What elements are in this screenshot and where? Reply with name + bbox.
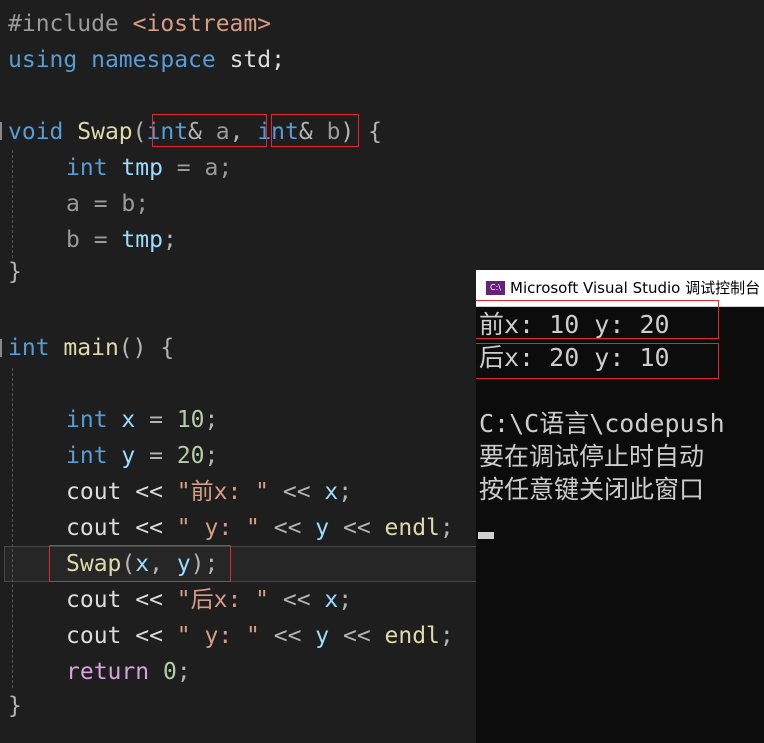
cout-stream: cout << bbox=[66, 587, 177, 613]
endl: endl bbox=[384, 623, 440, 649]
stream-op: << bbox=[259, 515, 316, 541]
variable-y: y bbox=[315, 623, 330, 649]
statement-rest: = a; bbox=[162, 155, 233, 181]
console-output-line: C:\C语言\codepush bbox=[479, 409, 725, 438]
keyword: int bbox=[8, 335, 50, 361]
debug-console-window[interactable]: C:\ Microsoft Visual Studio 调试控制台 前x: 10… bbox=[476, 270, 764, 743]
semicolon: ; bbox=[204, 407, 219, 433]
keyword: void bbox=[8, 119, 64, 145]
function-name: main bbox=[63, 335, 119, 361]
code-line-6[interactable]: a = b; bbox=[66, 186, 149, 222]
closing-brace: } bbox=[8, 693, 22, 719]
statement: b = bbox=[66, 227, 122, 253]
code-line-13[interactable]: int y = 20; bbox=[66, 438, 218, 474]
code-line-19[interactable]: return 0; bbox=[66, 654, 191, 690]
keyword: int bbox=[66, 155, 108, 181]
semicolon: ; bbox=[204, 443, 219, 469]
include-header: <iostream> bbox=[118, 11, 272, 37]
variable-y: y bbox=[121, 443, 136, 469]
highlight-box-after-output bbox=[476, 343, 719, 379]
stream-op: << bbox=[259, 623, 316, 649]
code-line-14[interactable]: cout << "前x: " << x; bbox=[66, 474, 352, 510]
highlight-box-before-output bbox=[476, 300, 719, 339]
keyword: namespace bbox=[91, 47, 216, 73]
keyword-return: return bbox=[66, 659, 150, 685]
number: 10 bbox=[176, 407, 205, 433]
variable-tmp: tmp bbox=[121, 155, 163, 181]
namespace-name: std; bbox=[215, 47, 285, 73]
semicolon: ; bbox=[176, 659, 191, 685]
keyword: int bbox=[66, 443, 108, 469]
cout-stream: cout << bbox=[66, 623, 177, 649]
code-line-8[interactable]: } bbox=[8, 254, 22, 290]
console-cursor bbox=[478, 532, 494, 539]
stream-op: << bbox=[269, 587, 325, 613]
semicolon: ; bbox=[439, 623, 454, 649]
signature-rest: () { bbox=[118, 335, 175, 361]
endl: endl bbox=[384, 515, 440, 541]
variable-x: x bbox=[324, 479, 339, 505]
variable-y: y bbox=[315, 515, 330, 541]
semicolon: ; bbox=[162, 227, 177, 253]
semicolon: ; bbox=[338, 479, 353, 505]
console-output-line: 按任意键关闭此窗口 bbox=[479, 475, 705, 504]
cout-stream: cout << bbox=[66, 515, 177, 541]
keyword: using bbox=[8, 47, 78, 73]
include-directive: #include bbox=[8, 11, 119, 37]
console-app-icon: C:\ bbox=[486, 281, 505, 295]
code-line-1[interactable]: #include <iostream> bbox=[8, 6, 271, 42]
assign: = bbox=[135, 443, 177, 469]
statement: a = b; bbox=[66, 191, 150, 217]
assign: = bbox=[135, 407, 177, 433]
number: 0 bbox=[162, 659, 177, 685]
code-line-7[interactable]: b = tmp; bbox=[66, 222, 177, 258]
stream-op: << bbox=[269, 479, 325, 505]
closing-brace: } bbox=[8, 259, 22, 285]
console-output-line: 要在调试停止时自动 bbox=[479, 442, 705, 471]
code-line-5[interactable]: int tmp = a; bbox=[66, 150, 232, 186]
function-name: Swap bbox=[77, 119, 133, 145]
highlight-box-param-a bbox=[152, 114, 267, 147]
semicolon: ; bbox=[338, 587, 353, 613]
string-literal: " y: " bbox=[176, 515, 260, 541]
code-line-20[interactable]: } bbox=[8, 688, 22, 724]
stream-op: << bbox=[329, 623, 385, 649]
string-literal: " y: " bbox=[176, 623, 260, 649]
variable-tmp: tmp bbox=[121, 227, 163, 253]
code-line-12[interactable]: int x = 10; bbox=[66, 402, 218, 438]
code-line-17[interactable]: cout << "后x: " << x; bbox=[66, 582, 352, 618]
keyword: int bbox=[66, 407, 108, 433]
number: 20 bbox=[176, 443, 205, 469]
highlight-box-swap-call bbox=[49, 545, 231, 582]
indent-guide bbox=[12, 150, 13, 258]
string-literal: "前x: " bbox=[176, 479, 270, 505]
semicolon: ; bbox=[439, 515, 454, 541]
code-line-18[interactable]: cout << " y: " << y << endl; bbox=[66, 618, 454, 654]
code-line-2[interactable]: using namespace std; bbox=[8, 42, 285, 78]
cout-stream: cout << bbox=[66, 479, 177, 505]
string-literal: "后x: " bbox=[176, 587, 270, 613]
stream-op: << bbox=[329, 515, 385, 541]
paren: ( bbox=[132, 119, 147, 145]
code-line-10[interactable]: int main() { bbox=[8, 330, 174, 366]
highlight-box-param-b bbox=[271, 114, 359, 147]
variable-x: x bbox=[121, 407, 136, 433]
variable-x: x bbox=[324, 587, 339, 613]
indent-guide bbox=[12, 368, 13, 688]
code-line-15[interactable]: cout << " y: " << y << endl; bbox=[66, 510, 454, 546]
